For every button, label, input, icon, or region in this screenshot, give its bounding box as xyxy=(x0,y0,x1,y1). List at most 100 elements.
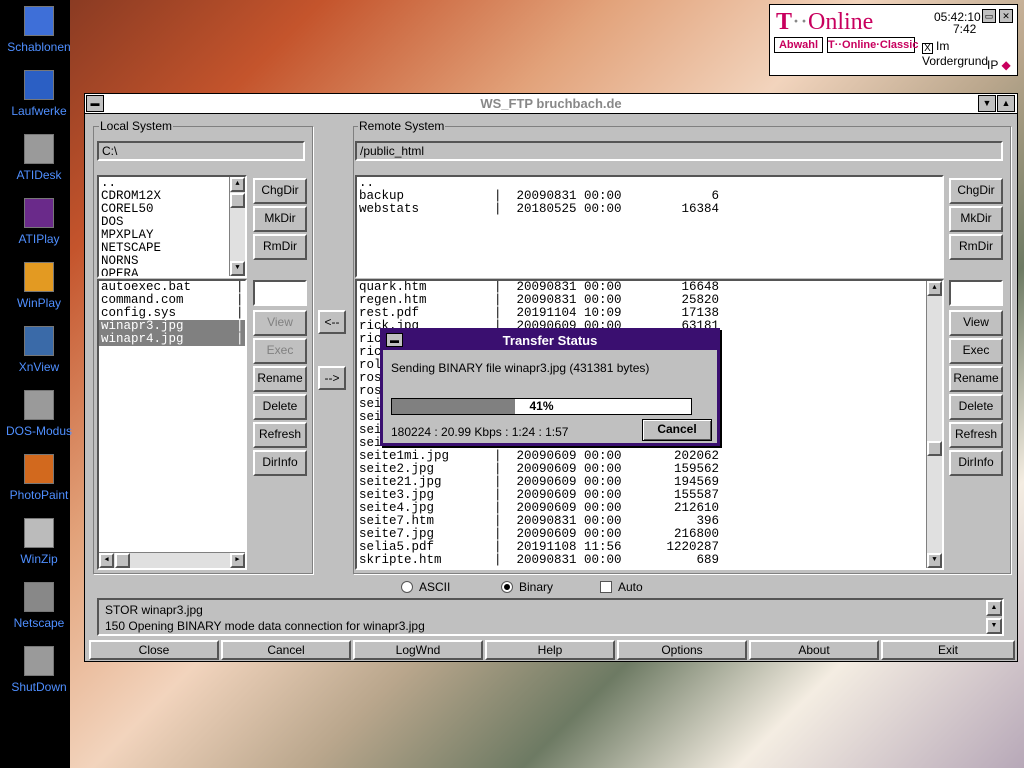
media-player-icon[interactable] xyxy=(24,198,54,228)
list-item[interactable]: OPERA xyxy=(99,268,245,277)
desktop-icon-shutdown[interactable]: ShutDown xyxy=(0,646,78,694)
remote-rmdir-button[interactable]: RmDir xyxy=(949,234,1003,260)
maximize-arrow-icon[interactable]: ▲ xyxy=(997,95,1015,112)
scrollbar[interactable]: ▲ ▼ xyxy=(926,281,942,568)
close-icon[interactable]: ✕ xyxy=(999,9,1013,23)
local-chgdir-button[interactable]: ChgDir xyxy=(253,178,307,204)
finder-face-icon[interactable] xyxy=(24,6,54,36)
local-delete-button[interactable]: Delete xyxy=(253,394,307,420)
desktop-icon-label: Netscape xyxy=(13,616,65,630)
remote-dir-list[interactable]: .. backup | 20090831 00:00 6 webstats | 2… xyxy=(355,175,944,278)
scroll-up-arrow-icon[interactable]: ▲ xyxy=(927,281,942,296)
remote-exec-button[interactable]: Exec xyxy=(949,338,1003,364)
scroll-thumb[interactable] xyxy=(927,441,942,456)
scroll-right-arrow-icon[interactable]: ▶ xyxy=(230,553,245,568)
options-button[interactable]: Options xyxy=(617,640,747,660)
ip-indicator: IP ◆ xyxy=(987,58,1011,72)
scrollbar[interactable]: ▲ ▼ xyxy=(229,177,245,276)
checkbox-icon[interactable] xyxy=(600,581,612,593)
local-rename-button[interactable]: Rename xyxy=(253,366,307,392)
remote-rename-button[interactable]: Rename xyxy=(949,366,1003,392)
list-item[interactable]: skripte.htm | 20090831 00:00 689 xyxy=(357,554,942,567)
remote-dirinfo-button[interactable]: DirInfo xyxy=(949,450,1003,476)
abwahl-button[interactable]: Abwahl xyxy=(774,37,823,53)
scroll-left-arrow-icon[interactable]: ◀ xyxy=(99,553,114,568)
local-view-button[interactable]: View xyxy=(253,310,307,336)
cancel-button[interactable]: Cancel xyxy=(221,640,351,660)
scroll-up-arrow-icon[interactable]: ▲ xyxy=(986,600,1002,616)
auto-checkbox[interactable]: Auto xyxy=(600,580,643,594)
desktop-icon-winzip[interactable]: WinZip xyxy=(0,518,78,566)
local-refresh-button[interactable]: Refresh xyxy=(253,422,307,448)
scroll-down-arrow-icon[interactable]: ▼ xyxy=(927,553,942,568)
tonline-logo: T··Online xyxy=(776,9,874,35)
remote-path-field[interactable]: /public_html xyxy=(355,141,1003,161)
local-dirinfo-button[interactable]: DirInfo xyxy=(253,450,307,476)
winplay-icon[interactable] xyxy=(24,262,54,292)
desktop-icon-winplay[interactable]: WinPlay xyxy=(0,262,78,310)
radio-icon[interactable] xyxy=(401,581,413,593)
dialog-cancel-button[interactable]: Cancel xyxy=(642,419,712,441)
desktop-icon-label: DOS-Modus xyxy=(5,424,73,438)
scroll-thumb[interactable] xyxy=(115,553,130,568)
desktop-icon-xnview[interactable]: XnView xyxy=(0,326,78,374)
desktop-icon-label: ATIDesk xyxy=(16,168,62,182)
scroll-thumb[interactable] xyxy=(230,193,245,208)
winzip-icon[interactable] xyxy=(24,518,54,548)
shutdown-terminal-icon[interactable] xyxy=(24,646,54,676)
remote-mkdir-button[interactable]: MkDir xyxy=(949,206,1003,232)
radio-icon[interactable] xyxy=(501,581,513,593)
window-title: WS_FTP bruchbach.de xyxy=(480,96,622,111)
desktop-icon-dos-modus[interactable]: DOS-Modus xyxy=(0,390,78,438)
monitor-icon[interactable] xyxy=(24,134,54,164)
dialog-title[interactable]: ▬ Transfer Status xyxy=(383,331,717,350)
desktop-icon-netscape[interactable]: Netscape xyxy=(0,582,78,630)
remote-view-button[interactable]: View xyxy=(949,310,1003,336)
tonline-classic-button[interactable]: T··Online·Classic xyxy=(827,37,918,53)
status-log: STOR winapr3.jpg 150 Opening BINARY mode… xyxy=(97,598,1004,636)
remote-delete-button[interactable]: Delete xyxy=(949,394,1003,420)
scrollbar[interactable]: ◀ ▶ xyxy=(99,552,245,568)
local-rmdir-button[interactable]: RmDir xyxy=(253,234,307,260)
scroll-down-arrow-icon[interactable]: ▼ xyxy=(230,261,245,276)
desktop-icon-atidesk[interactable]: ATIDesk xyxy=(0,134,78,182)
ascii-radio[interactable]: ASCII xyxy=(401,580,450,594)
system-menu-icon[interactable]: ▬ xyxy=(386,333,403,347)
local-exec-button[interactable]: Exec xyxy=(253,338,307,364)
remote-filter-input[interactable] xyxy=(949,280,1003,306)
desktop-icon-laufwerke[interactable]: Laufwerke xyxy=(0,70,78,118)
magnifier-icon[interactable] xyxy=(24,582,54,612)
download-button[interactable]: --> xyxy=(318,366,346,390)
local-filter-input[interactable] xyxy=(253,280,307,306)
remote-refresh-button[interactable]: Refresh xyxy=(949,422,1003,448)
upload-button[interactable]: <-- xyxy=(318,310,346,334)
local-file-list[interactable]: autoexec.bat | command.com | config.sys | w… xyxy=(97,279,247,570)
desktop-icon-photopaint[interactable]: PhotoPaint xyxy=(0,454,78,502)
local-dir-list[interactable]: .. CDROM12X COREL50 DOS MPXPLAY NETSCAPE NORNS… xyxy=(97,175,247,278)
exit-button[interactable]: Exit xyxy=(881,640,1015,660)
binary-radio[interactable]: Binary xyxy=(501,580,553,594)
desktop-icon-label: ShutDown xyxy=(11,680,67,694)
desktop-icon-schablonen[interactable]: Schablonen xyxy=(0,6,78,54)
help-button[interactable]: Help xyxy=(485,640,615,660)
list-item[interactable]: winapr4.jpg | xyxy=(99,333,245,346)
desktop-icon-atiplay[interactable]: ATIPlay xyxy=(0,198,78,246)
dos-terminal-icon[interactable] xyxy=(24,390,54,420)
title-bar[interactable]: ▬ WS_FTP bruchbach.de ▼ ▲ xyxy=(85,94,1017,114)
drive-icon[interactable] xyxy=(24,70,54,100)
close-button[interactable]: Close xyxy=(89,640,219,660)
local-path-field[interactable]: C:\ xyxy=(97,141,305,161)
image-viewer-icon[interactable] xyxy=(24,326,54,356)
scroll-up-arrow-icon[interactable]: ▲ xyxy=(230,177,245,192)
photopaint-icon[interactable] xyxy=(24,454,54,484)
scroll-down-arrow-icon[interactable]: ▼ xyxy=(986,618,1002,634)
remote-chgdir-button[interactable]: ChgDir xyxy=(949,178,1003,204)
minimize-arrow-icon[interactable]: ▼ xyxy=(978,95,996,112)
logwnd-button[interactable]: LogWnd xyxy=(353,640,483,660)
about-button[interactable]: About xyxy=(749,640,879,660)
checkbox-icon[interactable]: X xyxy=(922,43,933,54)
minimize-icon[interactable]: ▭ xyxy=(982,9,996,23)
transfer-stats: 180224 : 20.99 Kbps : 1:24 : 1:57 xyxy=(391,425,569,439)
local-mkdir-button[interactable]: MkDir xyxy=(253,206,307,232)
list-item[interactable]: webstats | 20180525 00:00 16384 xyxy=(357,203,942,216)
